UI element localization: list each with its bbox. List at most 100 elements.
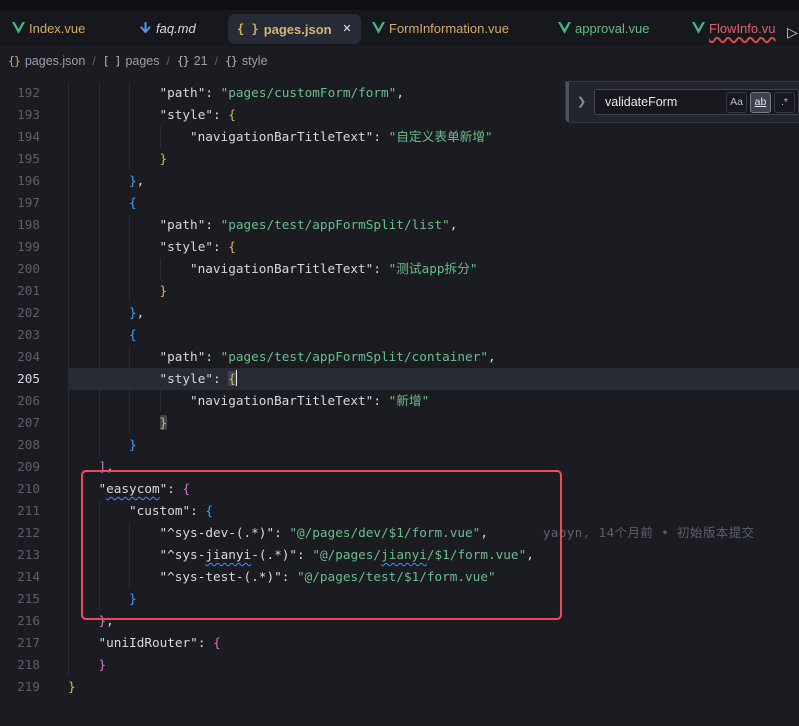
code-editor[interactable]: 192 "path": "pages/customForm/form", 193 "s…	[0, 75, 799, 726]
line-number[interactable]: 201	[0, 280, 40, 302]
code-line[interactable]: 195}	[0, 148, 799, 170]
breadcrumb-item-file[interactable]: {} pages.json	[8, 54, 85, 68]
tab-approval-vue[interactable]: approval.vue	[546, 10, 678, 46]
line-number[interactable]: 218	[0, 654, 40, 676]
tab-faq-md[interactable]: faq.md	[127, 10, 222, 46]
tab-flowinfo-vue[interactable]: FlowInfo.vu	[680, 10, 798, 46]
find-widget-resize-sash[interactable]	[566, 82, 569, 122]
line-number[interactable]: 205	[0, 368, 40, 390]
code-text[interactable]: }	[160, 412, 168, 434]
line-number[interactable]: 193	[0, 104, 40, 126]
code-text[interactable]: "navigationBarTitleText": "测试app拆分"	[190, 258, 478, 280]
code-line[interactable]: 198 "path": "pages/test/appFormSplit/list…	[0, 214, 799, 236]
code-line[interactable]: 203 {	[0, 324, 799, 346]
code-text[interactable]: "easycom": {	[99, 478, 191, 500]
code-line[interactable]: 208}	[0, 434, 799, 456]
line-number[interactable]: 199	[0, 236, 40, 258]
code-line[interactable]: 202},	[0, 302, 799, 324]
code-line[interactable]: 207}	[0, 412, 799, 434]
code-line[interactable]: 196},	[0, 170, 799, 192]
code-text[interactable]: },	[129, 302, 144, 324]
line-number[interactable]: 194	[0, 126, 40, 148]
line-number[interactable]: 192	[0, 82, 40, 104]
match-case-icon[interactable]: Aa	[726, 92, 747, 113]
code-text[interactable]: {	[129, 324, 137, 346]
tab-close-icon[interactable]: ✕	[339, 21, 355, 37]
whole-word-icon[interactable]: ab	[750, 92, 771, 113]
code-line[interactable]: 194 "navigationBarTitleText": "自定义表单新增"	[0, 126, 799, 148]
line-number[interactable]: 197	[0, 192, 40, 214]
tab-scroll-right-icon[interactable]: ▷	[787, 24, 798, 41]
line-number[interactable]: 210	[0, 478, 40, 500]
code-line[interactable]: 211 "custom": {	[0, 500, 799, 522]
code-text[interactable]: }	[99, 654, 107, 676]
line-number[interactable]: 207	[0, 412, 40, 434]
line-number[interactable]: 211	[0, 500, 40, 522]
code-text[interactable]: },	[129, 170, 144, 192]
code-text[interactable]: "uniIdRouter": {	[99, 632, 221, 654]
breadcrumb-item-style[interactable]: {} style	[225, 54, 268, 68]
code-text[interactable]: }	[68, 676, 76, 698]
code-line[interactable]: 204 "path": "pages/test/appFormSplit/cont…	[0, 346, 799, 368]
code-text[interactable]: "path": "pages/customForm/form",	[160, 82, 404, 104]
expand-replace-chevron-icon[interactable]: ❯	[577, 95, 586, 108]
code-line[interactable]: 212 "^sys-dev-(.*)": "@/pages/dev/$1/form…	[0, 522, 799, 544]
code-text[interactable]: }	[129, 434, 137, 456]
code-text[interactable]: "navigationBarTitleText": "自定义表单新增"	[190, 126, 493, 148]
line-number[interactable]: 215	[0, 588, 40, 610]
line-number[interactable]: 209	[0, 456, 40, 478]
regex-icon[interactable]: .*	[774, 92, 795, 113]
code-line[interactable]: 214 "^sys-test-(.*)": "@/pages/test/$1/fo…	[0, 566, 799, 588]
line-number[interactable]: 217	[0, 632, 40, 654]
code-line[interactable]: 200 "navigationBarTitleText": "测试app拆分"	[0, 258, 799, 280]
code-line[interactable]: 217 "uniIdRouter": {	[0, 632, 799, 654]
code-line[interactable]: 205 "style": {	[0, 368, 799, 390]
line-number[interactable]: 216	[0, 610, 40, 632]
find-query-input[interactable]	[595, 95, 726, 109]
line-number[interactable]: 219	[0, 676, 40, 698]
code-line[interactable]: 210 "easycom": {	[0, 478, 799, 500]
code-line[interactable]: 213 "^sys-jianyi-(.*)": "@/pages/jianyi/$…	[0, 544, 799, 566]
code-text[interactable]: "path": "pages/test/appFormSplit/list",	[160, 214, 458, 236]
breadcrumb-item-pages[interactable]: [ ] pages	[103, 54, 160, 68]
tab-pages-json[interactable]: { } pages.json ✕	[228, 14, 361, 44]
line-number[interactable]: 200	[0, 258, 40, 280]
line-number[interactable]: 212	[0, 522, 40, 544]
line-number[interactable]: 203	[0, 324, 40, 346]
tab-index-vue[interactable]: Index.vue	[0, 10, 134, 46]
code-line[interactable]: 201}	[0, 280, 799, 302]
code-text[interactable]: }	[129, 588, 137, 610]
code-text[interactable]: "^sys-jianyi-(.*)": "@/pages/jianyi/$1/f…	[160, 544, 534, 566]
line-number[interactable]: 213	[0, 544, 40, 566]
line-number[interactable]: 214	[0, 566, 40, 588]
line-number[interactable]: 204	[0, 346, 40, 368]
code-line[interactable]: 197 {	[0, 192, 799, 214]
code-text[interactable]: "path": "pages/test/appFormSplit/contain…	[160, 346, 496, 368]
code-text[interactable]: "navigationBarTitleText": "新增"	[190, 390, 429, 412]
code-line[interactable]: 209],	[0, 456, 799, 478]
code-line[interactable]: 199 "style": {	[0, 236, 799, 258]
code-line[interactable]: 215}	[0, 588, 799, 610]
code-line[interactable]: 219}	[0, 676, 799, 698]
line-number[interactable]: 208	[0, 434, 40, 456]
code-line[interactable]: 216},	[0, 610, 799, 632]
code-text[interactable]: "style": {	[160, 236, 236, 258]
code-line[interactable]: 206 "navigationBarTitleText": "新增"	[0, 390, 799, 412]
code-text[interactable]: "^sys-test-(.*)": "@/pages/test/$1/form.…	[160, 566, 496, 588]
code-line[interactable]: 218}	[0, 654, 799, 676]
code-text[interactable]: "style": {	[160, 368, 238, 390]
code-text[interactable]: {	[129, 192, 137, 214]
line-number[interactable]: 196	[0, 170, 40, 192]
line-number[interactable]: 195	[0, 148, 40, 170]
line-number[interactable]: 198	[0, 214, 40, 236]
code-text[interactable]: }	[160, 148, 168, 170]
code-text[interactable]: "style": {	[160, 104, 236, 126]
code-text[interactable]: },	[99, 610, 114, 632]
code-text[interactable]: "^sys-dev-(.*)": "@/pages/dev/$1/form.vu…	[160, 522, 755, 544]
breadcrumb-item-21[interactable]: {} 21	[177, 54, 208, 68]
line-number[interactable]: 206	[0, 390, 40, 412]
code-text[interactable]: "custom": {	[129, 500, 213, 522]
line-number[interactable]: 202	[0, 302, 40, 324]
code-text[interactable]: }	[160, 280, 168, 302]
tab-forminformation-vue[interactable]: FormInformation.vue	[360, 10, 560, 46]
